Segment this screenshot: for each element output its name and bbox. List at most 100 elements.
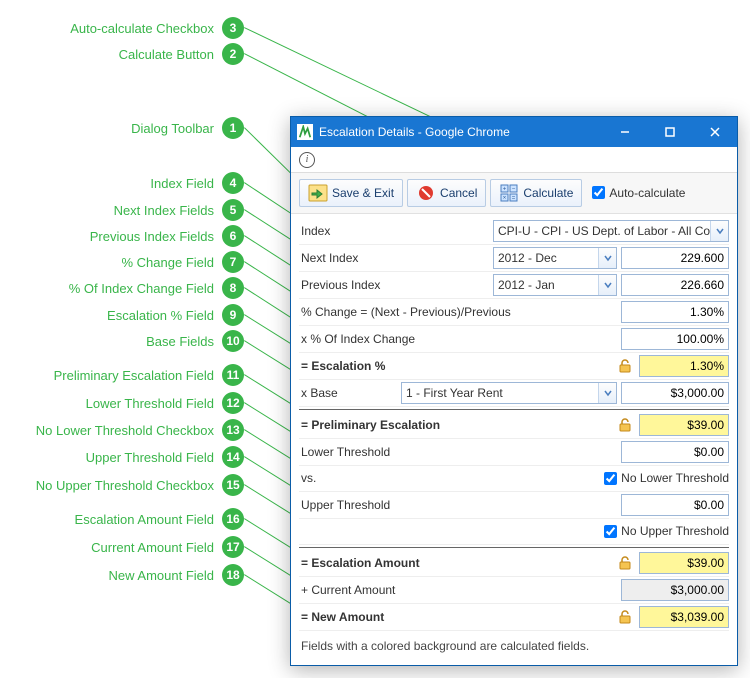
escalation-pct-label: = Escalation % (299, 359, 617, 373)
pct-change-row: % Change = (Next - Previous)/Previous (299, 299, 729, 326)
callout-badge: 9 (222, 304, 244, 326)
preliminary-escalation-input[interactable] (639, 414, 729, 436)
callout-badge: 3 (222, 17, 244, 39)
callout-badge: 17 (222, 536, 244, 558)
window-controls (602, 117, 737, 147)
callout-badge: 15 (222, 474, 244, 496)
callout-label: Preliminary Escalation Field (54, 368, 214, 383)
index-label: Index (299, 224, 493, 238)
callout-label: Escalation % Field (107, 308, 214, 323)
index-select[interactable]: CPI-U - CPI - US Dept. of Labor - All Co (493, 220, 729, 242)
callout-badge: 10 (222, 330, 244, 352)
callout-2: Calculate Button2 (0, 43, 244, 65)
callout-label: No Upper Threshold Checkbox (36, 478, 214, 493)
pct-of-index-change-label: x % Of Index Change (299, 332, 621, 346)
dialog-window: Escalation Details - Google Chrome i Sav… (290, 116, 738, 666)
callout-8: % Of Index Change Field 8 (0, 277, 244, 299)
upper-threshold-label: Upper Threshold (299, 498, 621, 512)
callout-4: Index Field4 (0, 172, 244, 194)
base-select[interactable]: 1 - First Year Rent (401, 382, 617, 404)
new-amount-label: = New Amount (299, 610, 617, 624)
callout-15: No Upper Threshold Checkbox 15 (0, 474, 244, 496)
calculator-icon: +−×= (499, 184, 519, 202)
next-index-period-value: 2012 - Dec (494, 251, 598, 265)
callout-14: Upper Threshold Field 14 (0, 446, 244, 468)
callout-badge: 11 (222, 364, 244, 386)
pct-change-input[interactable] (621, 301, 729, 323)
svg-text:=: = (512, 195, 516, 201)
callout-badge: 14 (222, 446, 244, 468)
cancel-label: Cancel (440, 186, 477, 200)
callout-badge: 8 (222, 277, 244, 299)
base-value-input[interactable] (621, 382, 729, 404)
callout-label: % Of Index Change Field (69, 281, 214, 296)
no-upper-threshold-checkbox[interactable]: No Upper Threshold (604, 524, 729, 538)
lock-icon[interactable] (617, 417, 633, 433)
pct-change-label: % Change = (Next - Previous)/Previous (299, 305, 621, 319)
minimize-button[interactable] (602, 117, 647, 147)
lower-threshold-row: Lower Threshold (299, 439, 729, 466)
callout-12: Lower Threshold Field12 (0, 392, 244, 414)
lock-icon[interactable] (617, 358, 633, 374)
escalation-amount-row: = Escalation Amount (299, 550, 729, 577)
base-select-value: 1 - First Year Rent (402, 386, 598, 400)
callout-badge: 7 (222, 251, 244, 273)
callout-16: Escalation Amount Field16 (0, 508, 244, 530)
callout-badge: 6 (222, 225, 244, 247)
callout-label: Escalation Amount Field (75, 512, 214, 527)
preliminary-escalation-row: = Preliminary Escalation (299, 412, 729, 439)
pct-of-index-change-row: x % Of Index Change (299, 326, 729, 353)
separator (299, 409, 729, 410)
callout-18: New Amount Field18 (0, 564, 244, 586)
escalation-pct-row: = Escalation % (299, 353, 729, 380)
callout-5: Next Index Fields5 (0, 199, 244, 221)
chevron-down-icon (598, 275, 616, 295)
previous-index-value-input[interactable] (621, 274, 729, 296)
callout-label: No Lower Threshold Checkbox (36, 423, 214, 438)
callout-label: Dialog Toolbar (131, 121, 214, 136)
auto-calculate-checkbox[interactable]: Auto-calculate (592, 186, 685, 200)
no-lower-threshold-input[interactable] (604, 472, 617, 485)
callout-label: % Change Field (122, 255, 215, 270)
base-row: x Base 1 - First Year Rent (299, 380, 729, 407)
chevron-down-icon (598, 383, 616, 403)
new-amount-input[interactable] (639, 606, 729, 628)
calculate-label: Calculate (523, 186, 573, 200)
info-icon[interactable]: i (299, 152, 315, 168)
close-button[interactable] (692, 117, 737, 147)
chevron-down-icon (598, 248, 616, 268)
callout-badge: 13 (222, 419, 244, 441)
next-index-row: Next Index 2012 - Dec (299, 245, 729, 272)
callout-label: Auto-calculate Checkbox (70, 21, 214, 36)
save-icon (308, 184, 328, 202)
no-lower-threshold-label: No Lower Threshold (621, 471, 729, 485)
escalation-pct-input[interactable] (639, 355, 729, 377)
calculate-button[interactable]: +−×= Calculate (490, 179, 582, 207)
previous-index-period-select[interactable]: 2012 - Jan (493, 274, 617, 296)
pct-of-index-change-input[interactable] (621, 328, 729, 350)
escalation-amount-input[interactable] (639, 552, 729, 574)
cancel-button[interactable]: Cancel (407, 179, 486, 207)
callout-label: Upper Threshold Field (86, 450, 214, 465)
upper-threshold-input[interactable] (621, 494, 729, 516)
no-upper-threshold-input[interactable] (604, 525, 617, 538)
preliminary-escalation-label: = Preliminary Escalation (299, 418, 617, 432)
save-exit-button[interactable]: Save & Exit (299, 179, 403, 207)
current-amount-row: + Current Amount (299, 577, 729, 604)
lock-icon[interactable] (617, 609, 633, 625)
callout-label: Current Amount Field (91, 540, 214, 555)
no-lower-threshold-checkbox[interactable]: No Lower Threshold (604, 471, 729, 485)
lock-icon[interactable] (617, 555, 633, 571)
callout-badge: 1 (222, 117, 244, 139)
next-index-value-input[interactable] (621, 247, 729, 269)
no-upper-threshold-row: No Upper Threshold (299, 519, 729, 545)
auto-calculate-input[interactable] (592, 186, 605, 199)
callout-label: Base Fields (146, 334, 214, 349)
maximize-button[interactable] (647, 117, 692, 147)
current-amount-input (621, 579, 729, 601)
current-amount-label: + Current Amount (299, 583, 621, 597)
lower-threshold-input[interactable] (621, 441, 729, 463)
next-index-label: Next Index (299, 251, 493, 265)
next-index-period-select[interactable]: 2012 - Dec (493, 247, 617, 269)
callout-label: Index Field (150, 176, 214, 191)
